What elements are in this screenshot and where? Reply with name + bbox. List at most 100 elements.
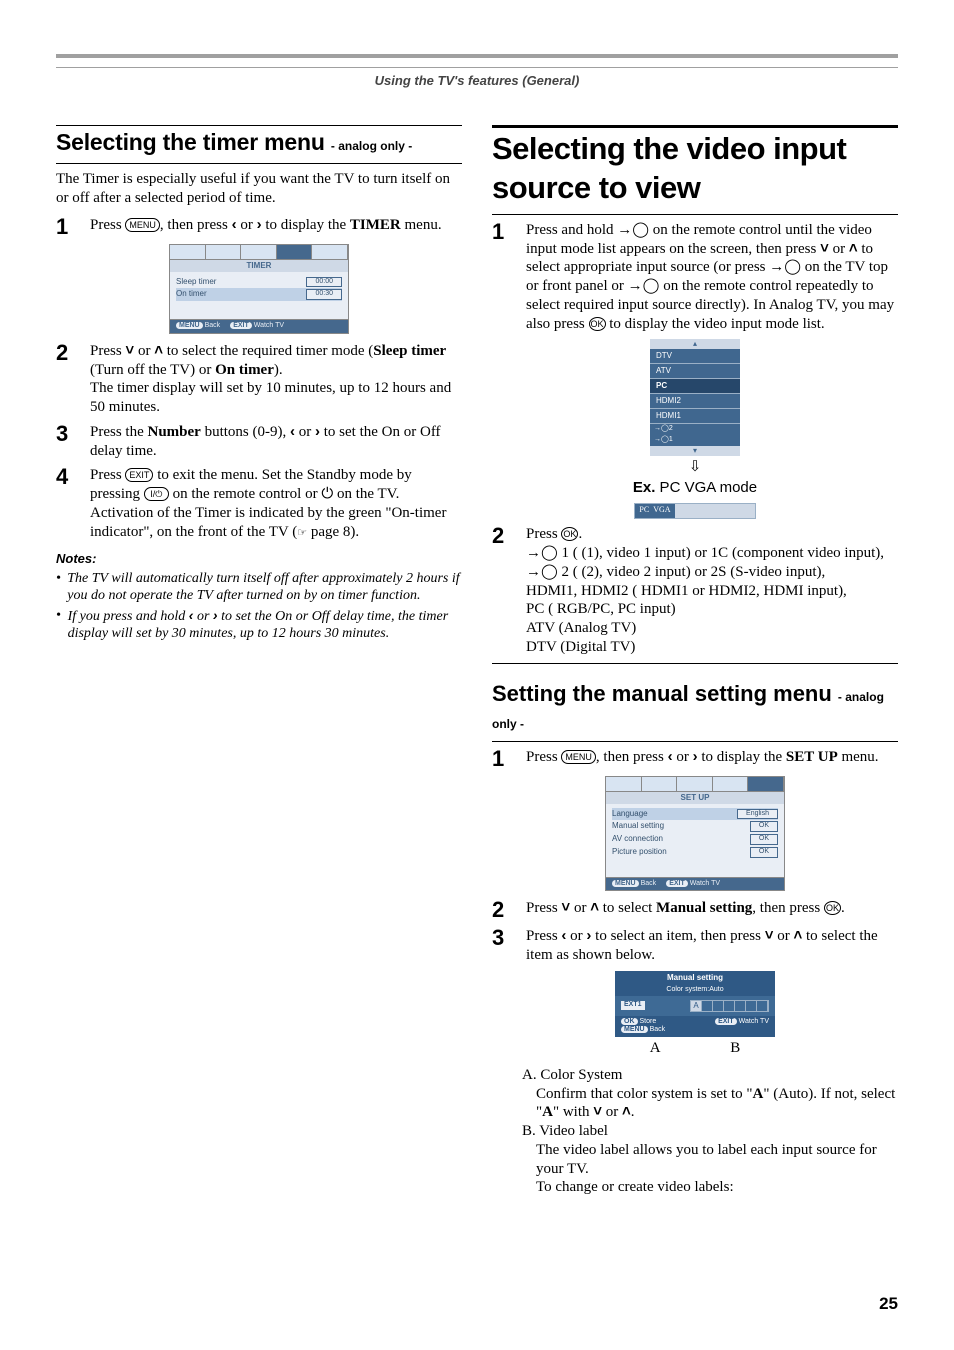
step-2: 2 Press OK. →◯ 1 ( (1), video 1 input) o… [492, 525, 898, 656]
t: Press and hold [526, 222, 617, 238]
t: Press [90, 467, 125, 483]
step-num: 1 [492, 221, 510, 334]
osd-tabbar [169, 244, 349, 260]
t: DTV (Digital TV) [526, 639, 635, 655]
t: buttons (0-9), [201, 424, 290, 440]
k: AV connection [612, 834, 663, 845]
t: to select the required timer mode ( [163, 343, 373, 359]
t: Press [526, 928, 561, 944]
t: 1 [669, 436, 673, 443]
t: Press [526, 900, 561, 916]
t: or [295, 424, 315, 440]
t: or [134, 343, 154, 359]
hand-icon: ☞ [297, 527, 307, 539]
bar-label: PC VGA [635, 504, 675, 518]
a: A [753, 1086, 764, 1102]
step-body: Press MENU, then press ‹ or › to display… [90, 216, 462, 238]
t: A. Color System [522, 1067, 622, 1083]
manual-setting: Manual setting [656, 900, 752, 916]
t: To change or create video labels: [536, 1179, 734, 1195]
lbl-b: B [730, 1039, 740, 1058]
input-icon: →◯ [526, 545, 558, 561]
osd-row: AV connection OK [612, 833, 778, 846]
v: OK [750, 847, 778, 858]
t: to display the [698, 749, 786, 765]
step-num: 4 [56, 466, 74, 541]
step-4: 4 Press EXIT to exit the menu. Set the S… [56, 466, 462, 541]
ms-step-2: 2 Press ˅ or ˄ to select Manual setting,… [492, 899, 898, 921]
osd-row: Manual settingOK [612, 820, 778, 833]
down-arrow-icon: ˅ [561, 899, 570, 916]
step-num: 3 [492, 927, 510, 965]
t: The timer display will set by 10 minutes… [90, 380, 451, 415]
list-item: HDMI2 [650, 394, 740, 409]
v: OK [750, 834, 778, 845]
ok-key-icon: OK [621, 1018, 638, 1025]
setup: SET UP [786, 749, 838, 765]
down-arrow-icon: ˅ [593, 1103, 602, 1120]
up-arrow-icon: ˄ [590, 899, 599, 916]
osd-rows: LanguageEnglish Manual settingOK AV conn… [605, 804, 785, 878]
step-1: 1 Press and hold →◯ on the remote contro… [492, 221, 898, 334]
osd-row: Sleep timer00:00 [176, 276, 342, 289]
list-item: ATV [650, 364, 740, 379]
t: PC ( RGB/PC, PC input) [526, 601, 676, 617]
up-arrow-icon: ˄ [622, 1103, 631, 1120]
t: If you press and hold [68, 609, 189, 624]
ms-title: Manual setting [615, 971, 775, 985]
exit-key-icon: EXIT [715, 1018, 737, 1025]
t: menu. [401, 217, 442, 233]
input-icon: →◯ [617, 222, 649, 238]
up-arrow-icon: ˄ [849, 240, 858, 257]
step-3: 3 Press the Number buttons (0-9), ‹ or ›… [56, 423, 462, 461]
exit-button-icon: EXIT [125, 468, 153, 482]
t: VGA [653, 505, 670, 514]
t: or [829, 241, 849, 257]
step-body: Press EXIT to exit the menu. Set the Sta… [90, 466, 462, 541]
v: English [737, 809, 778, 820]
step-body: Press ˅ or ˄ to select Manual setting, t… [526, 899, 898, 921]
char-cell: A [691, 1001, 702, 1011]
heading-timer: Selecting the timer menu - analog only - [56, 128, 462, 157]
t: Setting the manual setting menu [492, 681, 838, 706]
standby-button-icon: I/⏻ [144, 487, 169, 501]
osd-tabbar [605, 776, 785, 792]
page-number: 25 [879, 1293, 898, 1314]
osd-row: On timer00:30 [176, 288, 342, 301]
t: Press [526, 526, 561, 542]
k: Sleep timer [176, 277, 216, 288]
ms-foot: OKStoreMENUBack EXITWatch TV [615, 1016, 775, 1038]
step-body: Press ˅ or ˄ to select the required time… [90, 342, 462, 417]
t: ). [274, 362, 283, 378]
power-icon: ⏻ [321, 486, 333, 502]
t: 1 ( (1), video 1 input) or 1C (component… [558, 545, 884, 561]
input-icon: →◯ [769, 259, 801, 275]
t: The video label allows you to label each… [536, 1142, 877, 1177]
def-A: A. Color System Confirm that color syste… [536, 1066, 898, 1122]
t: ATV (Analog TV) [526, 620, 636, 636]
v: OK [750, 821, 778, 832]
notes-heading: Notes: [56, 551, 462, 567]
osd-manual-setting: Manual setting Color system:Auto EXT1 A … [615, 971, 775, 1037]
menu-button-icon: MENU [561, 750, 596, 764]
page: Using the TV's features (General) Select… [0, 0, 954, 1350]
h1-wrap: Selecting the timer menu - analog only - [56, 125, 462, 164]
ok-button-icon: OK [561, 527, 578, 541]
ms-let-labels: AB [615, 1039, 775, 1058]
t: PC [639, 505, 649, 514]
lbl-a: A [650, 1039, 661, 1058]
t: , then press [752, 900, 824, 916]
t: If you press and hold ‹ or › to set the … [68, 607, 462, 643]
t: menu. [838, 749, 879, 765]
t: Watch TV [254, 322, 284, 329]
t: 2 ( (2), video 2 input) or 2S (S-video i… [558, 564, 825, 580]
t: Back [205, 322, 221, 329]
osd-title: TIMER [169, 260, 349, 272]
t: Back [650, 1026, 666, 1033]
t: or [673, 749, 693, 765]
osd-row: LanguageEnglish [612, 808, 778, 821]
step-body: Press OK. →◯ 1 ( (1), video 1 input) or … [526, 525, 898, 656]
list-item: PC [650, 379, 740, 394]
example-line: Ex. PC VGA mode [492, 479, 898, 498]
k: Picture position [612, 847, 667, 858]
